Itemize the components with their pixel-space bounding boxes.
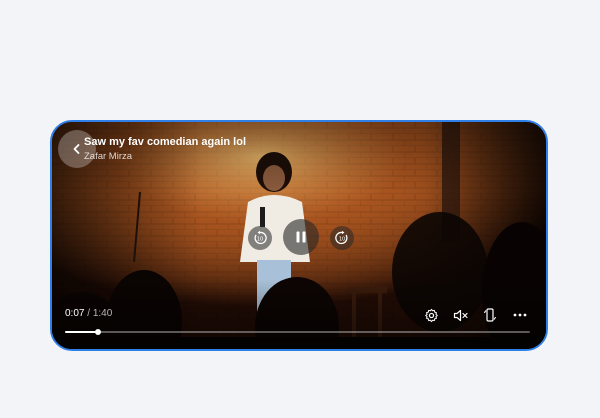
pause-button[interactable] xyxy=(283,219,319,255)
svg-text:10: 10 xyxy=(339,237,345,243)
rotate-button[interactable] xyxy=(481,306,499,324)
progress-fill xyxy=(65,331,98,333)
page: Saw my fav comedian again lol Zafar Mirz… xyxy=(0,0,600,418)
bottom-gradient-overlay xyxy=(52,279,546,349)
current-time: 0:07 xyxy=(65,308,85,319)
forward-10-button[interactable]: 10 xyxy=(330,226,354,250)
video-author: Zafar Mirza xyxy=(84,151,133,162)
time-display: 0:07 / 1:40 xyxy=(65,308,112,319)
rewind-10-icon: 10 xyxy=(254,230,267,245)
duration: 1:40 xyxy=(92,308,113,319)
more-horizontal-icon xyxy=(513,313,527,317)
svg-text:10: 10 xyxy=(257,237,263,243)
volume-mute-icon xyxy=(453,309,468,321)
forward-10-icon: 10 xyxy=(335,230,348,245)
progress-handle[interactable] xyxy=(94,329,101,335)
gear-icon xyxy=(424,308,438,322)
progress-track[interactable] xyxy=(65,329,530,335)
rotate-screen-icon xyxy=(483,308,497,322)
chevron-left-icon xyxy=(73,144,80,154)
more-options-button[interactable] xyxy=(511,306,529,324)
time-separator: / xyxy=(84,308,93,319)
pause-icon xyxy=(296,231,306,243)
settings-button[interactable] xyxy=(422,306,440,324)
video-player[interactable]: Saw my fav comedian again lol Zafar Mirz… xyxy=(50,120,548,351)
rewind-10-button[interactable]: 10 xyxy=(248,226,272,250)
video-title: Saw my fav comedian again lol xyxy=(84,136,246,148)
mute-button[interactable] xyxy=(452,306,470,324)
